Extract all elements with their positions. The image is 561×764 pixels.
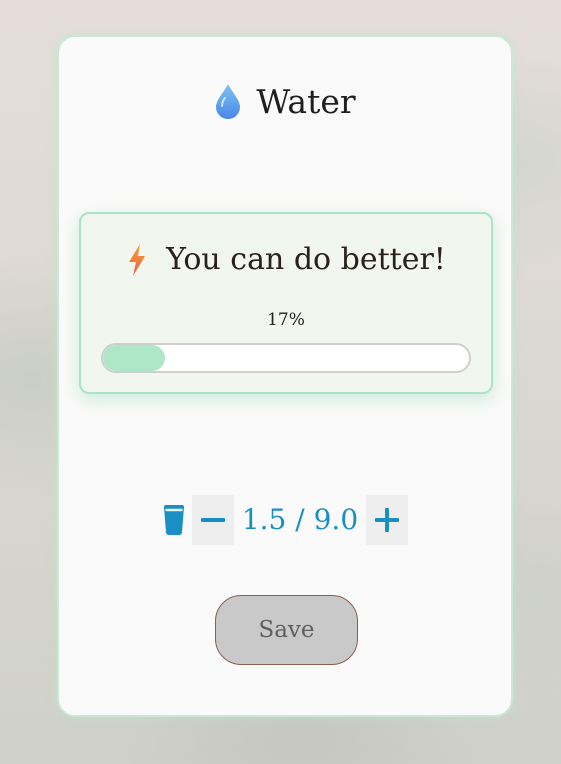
card-header: Water <box>59 79 511 123</box>
water-card: Water You can do better! 17% 1.5 / 9.0 S… <box>57 35 513 717</box>
plus-icon <box>374 507 400 533</box>
progress-bar <box>101 343 471 373</box>
progress-bar-fill <box>103 345 166 371</box>
decrement-button[interactable] <box>191 495 234 545</box>
status-panel: You can do better! 17% <box>79 212 493 394</box>
status-header: You can do better! <box>81 240 491 280</box>
progress-percent-label: 17% <box>267 310 305 330</box>
card-title: Water <box>256 81 356 121</box>
increment-button[interactable] <box>366 495 409 545</box>
water-counter: 1.5 / 9.0 <box>59 495 511 545</box>
water-glass-icon <box>162 504 192 536</box>
minus-icon <box>200 507 226 533</box>
water-drop-icon <box>214 82 242 120</box>
status-message: You can do better! <box>166 242 446 277</box>
save-button[interactable]: Save <box>215 595 358 665</box>
lightning-bolt-icon <box>126 243 148 277</box>
water-count-value: 1.5 / 9.0 <box>241 503 359 536</box>
